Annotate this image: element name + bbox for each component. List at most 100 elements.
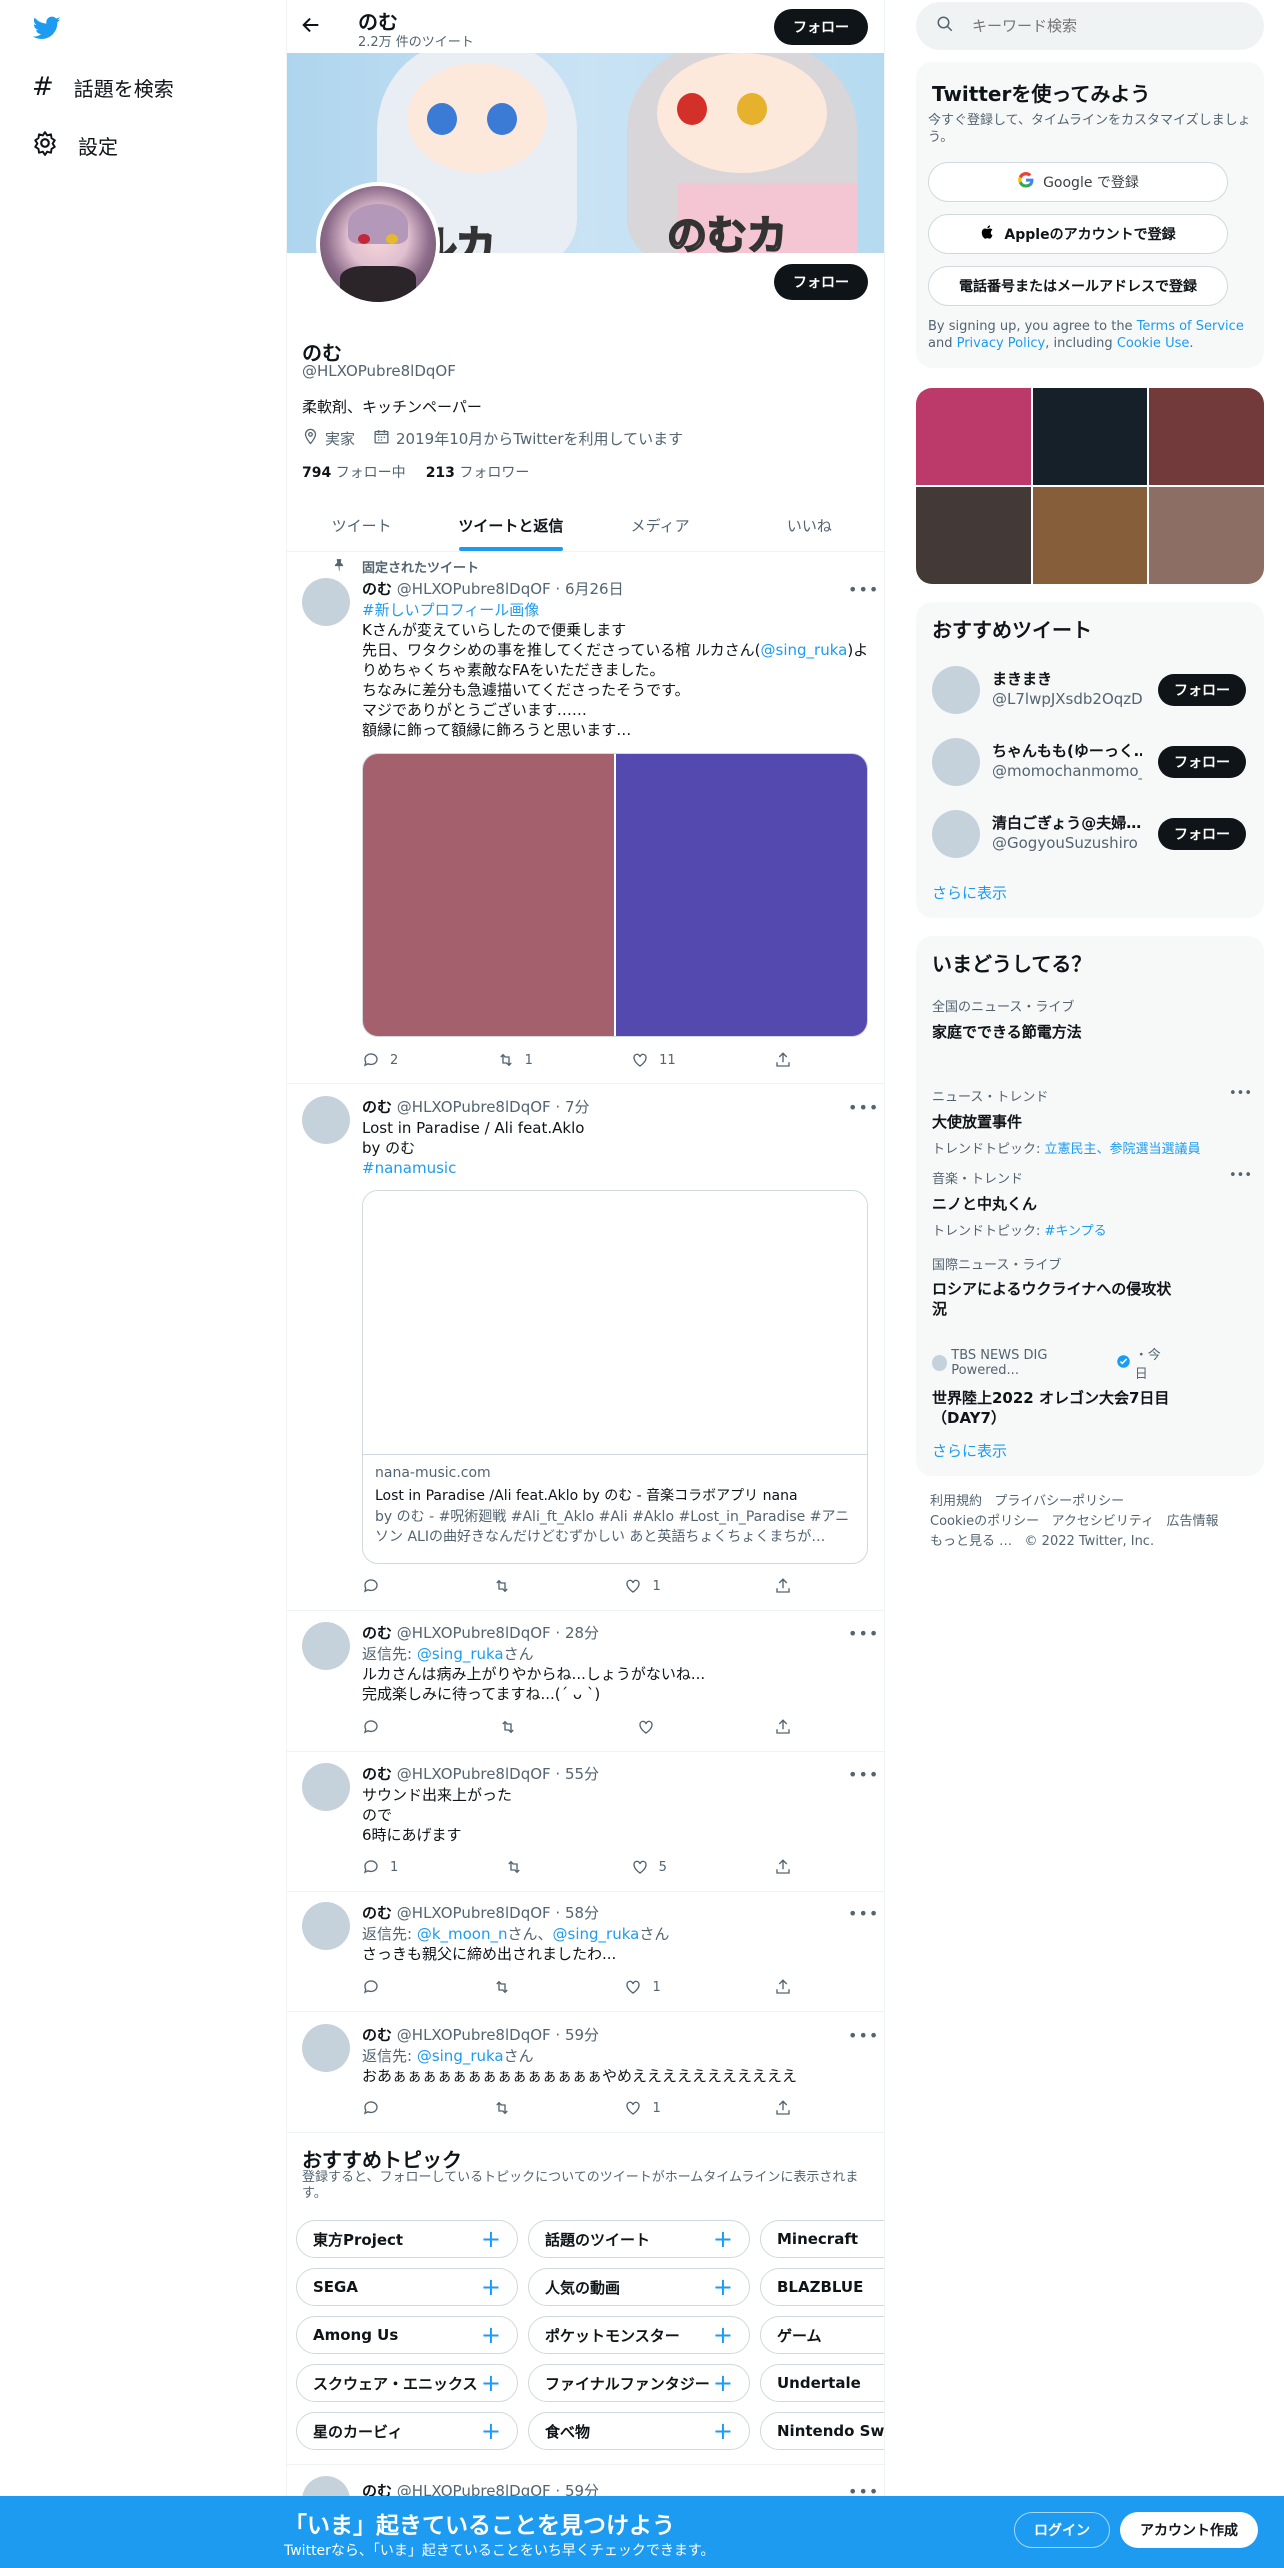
reply-button[interactable]: 2 (362, 1051, 398, 1069)
tweet-avatar[interactable] (302, 578, 350, 626)
tweet-avatar[interactable] (302, 1902, 350, 1950)
footer-link[interactable]: プライバシーポリシー (994, 1494, 1124, 1509)
profile-follow-button[interactable]: フォロー (774, 264, 868, 300)
footer-link[interactable]: 利用規約 (930, 1494, 982, 1509)
tab-likes[interactable]: いいね (735, 500, 884, 551)
tweet-meta[interactable]: @HLXOPubre8lDqOF · 6月26日 (397, 580, 624, 598)
media-thumbnail[interactable] (916, 388, 1031, 485)
reply-mention[interactable]: @sing_ruka (417, 2047, 504, 2065)
following-link[interactable]: 794 フォロー中 (302, 462, 406, 482)
nav-settings[interactable]: 設定 (32, 128, 118, 162)
tweet-author-name[interactable]: のむ (362, 1098, 392, 1116)
topic-chip[interactable]: Among Us + (296, 2316, 518, 2354)
phone-signup-button[interactable]: 電話番号またはメールアドレスで登録 (928, 266, 1228, 306)
footer-link[interactable]: Cookieのポリシー (930, 1514, 1039, 1529)
followers-link[interactable]: 213 フォロワー (426, 462, 530, 482)
follow-button[interactable]: フォロー (1158, 674, 1246, 706)
like-button[interactable]: 5 (631, 1858, 667, 1876)
footer-link[interactable]: アクセシビリティ (1052, 1514, 1155, 1529)
more-icon[interactable]: ••• (848, 1765, 879, 1784)
link-card[interactable]: nana-music.com Lost in Paradise /Ali fea… (362, 1190, 868, 1564)
footer-link[interactable]: もっと見る … (930, 1534, 1012, 1549)
more-icon[interactable]: ••• (1229, 1168, 1252, 1183)
terms-of-service-link[interactable]: Terms of Service (1137, 319, 1244, 334)
tweet-avatar[interactable] (302, 1096, 350, 1144)
topic-chip[interactable]: SEGA + (296, 2268, 518, 2306)
tweet-meta[interactable]: @HLXOPubre8lDqOF · 55分 (397, 1765, 599, 1783)
topic-chip[interactable]: Minecraft+ (760, 2220, 884, 2258)
trend-item[interactable]: 全国のニュース・ライブ 家庭でできる節電方法 (932, 996, 1252, 1042)
reply-button[interactable]: 1 (362, 1858, 398, 1876)
media-thumbnail[interactable] (1149, 388, 1264, 485)
topic-chip[interactable]: ファイナルファンタジー + (528, 2364, 750, 2402)
profile-avatar[interactable] (316, 182, 440, 306)
more-icon[interactable]: ••• (848, 1624, 879, 1643)
reply-button[interactable] (362, 1577, 380, 1595)
retweet-button[interactable] (493, 2099, 511, 2117)
tab-tweets-replies[interactable]: ツイートと返信 (436, 500, 585, 551)
privacy-policy-link[interactable]: Privacy Policy (957, 336, 1046, 351)
reply-mention[interactable]: @sing_ruka (553, 1925, 640, 1943)
trend-item[interactable]: TBS NEWS DIG Powered... ・今日 世界陸上2022 オレゴ… (932, 1344, 1172, 1428)
more-icon[interactable]: ••• (848, 2026, 879, 2045)
like-button[interactable]: 11 (631, 1051, 676, 1069)
share-button[interactable] (774, 1858, 792, 1876)
login-button[interactable]: ログイン (1014, 2512, 1110, 2548)
tweet-avatar[interactable] (302, 1763, 350, 1811)
share-button[interactable] (774, 1978, 792, 1996)
like-button[interactable]: 1 (624, 1978, 661, 1996)
more-icon[interactable]: ••• (848, 1904, 879, 1923)
apple-signup-button[interactable]: Appleのアカウントで登録 (928, 214, 1228, 254)
share-button[interactable] (774, 1718, 792, 1736)
media-thumbnail[interactable] (916, 487, 1031, 584)
share-button[interactable] (774, 1577, 792, 1595)
tweet-author-name[interactable]: のむ (362, 1904, 392, 1922)
media-thumbnail[interactable] (1149, 487, 1264, 584)
nav-explore[interactable]: # 話題を検索 (32, 70, 174, 104)
tab-tweets[interactable]: ツイート (287, 500, 436, 551)
topic-chip[interactable]: 話題のツイート + (528, 2220, 750, 2258)
trend-topic-link[interactable]: 立憲民主、参院選当選議員 (1045, 1142, 1201, 1157)
topic-chip[interactable]: 星のカービィ + (296, 2412, 518, 2450)
tweet-meta[interactable]: @HLXOPubre8lDqOF · 28分 (397, 1624, 599, 1642)
share-button[interactable] (774, 1051, 792, 1069)
trend-item[interactable]: ニュース・トレンド 大使放置事件 トレンドトピック: 立憲民主、参院選当選議員 … (932, 1086, 1252, 1157)
search-input[interactable] (972, 17, 1232, 35)
like-button[interactable]: 1 (624, 1577, 661, 1595)
more-icon[interactable]: ••• (1229, 1086, 1252, 1101)
topic-chip[interactable]: 人気の動画 + (528, 2268, 750, 2306)
recommended-user[interactable]: ちゃんもも(ゆーっく… @momochanmomo_ フォロー (932, 734, 1252, 790)
retweet-button[interactable] (505, 1858, 523, 1876)
topic-chip[interactable]: ゲーム+ (760, 2316, 884, 2354)
trend-topic-link[interactable]: #キンプる (1045, 1224, 1107, 1239)
topic-chip[interactable]: スクウェア・エニックス + (296, 2364, 518, 2402)
tab-media[interactable]: メディア (586, 500, 735, 551)
tweet-mention[interactable]: @sing_ruka (761, 641, 848, 659)
retweet-button[interactable] (493, 1577, 511, 1595)
footer-link[interactable]: 広告情報 (1167, 1514, 1219, 1529)
cookie-use-link[interactable]: Cookie Use (1117, 336, 1190, 351)
header-follow-button[interactable]: フォロー (774, 9, 868, 45)
topic-chip[interactable]: 東方Project + (296, 2220, 518, 2258)
follow-button[interactable]: フォロー (1158, 746, 1246, 778)
follow-button[interactable]: フォロー (1158, 818, 1246, 850)
tweet-author-name[interactable]: のむ (362, 1624, 392, 1642)
more-icon[interactable]: ••• (848, 580, 879, 599)
topic-chip[interactable]: ポケットモンスター + (528, 2316, 750, 2354)
trend-item[interactable]: 国際ニュース・ライブ ロシアによるウクライナへの侵攻状況 (932, 1254, 1172, 1319)
tweet-meta[interactable]: @HLXOPubre8lDqOF · 7分 (397, 1098, 590, 1116)
show-more-link[interactable]: さらに表示 (932, 1440, 1007, 1461)
google-signup-button[interactable]: Google で登録 (928, 162, 1228, 202)
show-more-link[interactable]: さらに表示 (932, 882, 1007, 903)
tweet-author-name[interactable]: のむ (362, 1765, 392, 1783)
topic-chip[interactable]: Undertale+ (760, 2364, 884, 2402)
reply-button[interactable] (362, 2099, 380, 2117)
tweet-avatar[interactable] (302, 1622, 350, 1670)
reply-button[interactable] (362, 1718, 380, 1736)
tweet-media-image[interactable] (616, 754, 867, 1036)
tweet-hashtag[interactable]: #nanamusic (362, 1158, 456, 1178)
retweet-button[interactable] (493, 1978, 511, 1996)
like-button[interactable]: 1 (624, 2099, 661, 2117)
media-thumbnail[interactable] (1032, 388, 1148, 485)
tweet-hashtag[interactable]: #新しいプロフィール画像 (362, 600, 539, 620)
